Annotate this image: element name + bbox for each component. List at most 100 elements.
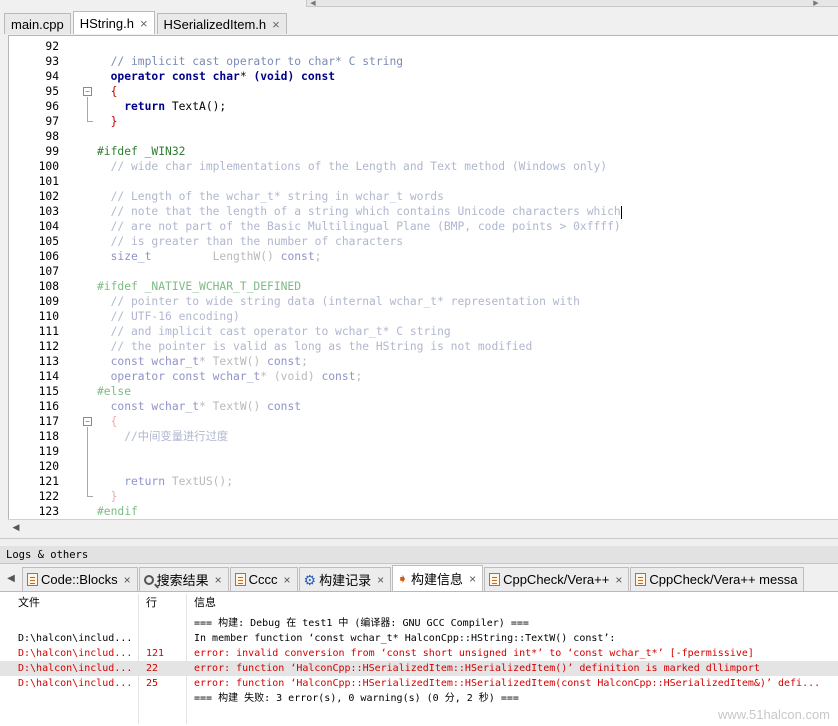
logs-tab-label: CppCheck/Vera++ [503,572,610,587]
code-line[interactable]: 95 { [9,84,838,99]
code-text: // are not part of the Basic Multilingua… [97,219,621,234]
logs-tab[interactable]: 搜索结果 × [138,567,229,591]
code-line[interactable]: 118 //中间变量进行过度 [9,429,838,444]
code-line[interactable]: 105 // is greater than the number of cha… [9,234,838,249]
code-token: // wide char implementations of the Leng… [97,160,608,173]
close-tab-icon[interactable]: × [469,572,476,586]
logs-tab[interactable]: ➧ 构建信息 × [392,565,484,591]
column-header-line[interactable]: 行 [146,592,157,614]
editor-tab[interactable]: main.cpp [4,13,71,34]
code-line[interactable]: 119 [9,444,838,459]
message-line: 121 [146,648,165,659]
build-message-row[interactable]: D:\halcon\includ... In member function ‘c… [0,631,838,646]
code-line[interactable]: 122 } [9,489,838,504]
code-line[interactable]: 114 operator const wchar_t* (void) const… [9,369,838,384]
code-line[interactable]: 123 #endif [9,504,838,519]
close-tab-icon[interactable]: × [284,573,291,587]
logs-tab[interactable]: CppCheck/Vera++ × [484,567,630,591]
editor-tab[interactable]: HString.h × [72,11,155,34]
line-number: 104 [38,220,59,233]
line-number: 98 [45,130,59,143]
code-token: * (void) [260,370,322,383]
close-tab-icon[interactable]: × [215,573,222,587]
code-line[interactable]: 106 size_t LengthW() const; [9,249,838,264]
code-line[interactable]: 116 const wchar_t* TextW() const [9,399,838,414]
logs-tab[interactable]: Code::Blocks × [22,567,138,591]
code-text: } [97,489,118,504]
code-line[interactable]: 92 [9,39,838,54]
code-line[interactable]: 98 [9,129,838,144]
code-line[interactable]: 112 // the pointer is valid as long as t… [9,339,838,354]
scroll-left-arrow-icon[interactable]: ◀ [307,0,319,7]
build-messages-list: 文件 行 信息 === 构建: Debug 在 test1 中 (编译器: GN… [0,592,838,726]
column-header-message[interactable]: 信息 [194,592,216,614]
code-token: const [321,370,356,383]
line-number: 113 [38,355,59,368]
code-line[interactable]: 96 return TextA(); [9,99,838,114]
code-text: // and implicit cast operator to wchar_t… [97,324,451,339]
message-text: === 构建: Debug 在 test1 中 (编译器: GNU GCC Co… [194,618,529,629]
code-editor[interactable]: 92 93 // implicit cast operator to char* … [8,35,838,519]
code-token: // note that the length of a string whic… [97,205,621,218]
code-line[interactable]: 93 // implicit cast operator to char* C … [9,54,838,69]
close-tab-icon[interactable]: × [615,573,622,587]
code-token: #endif [97,505,138,518]
code-line[interactable]: 104 // are not part of the Basic Multili… [9,219,838,234]
code-line[interactable]: 110 // UTF-16 encoding) [9,309,838,324]
line-number: 110 [38,310,59,323]
code-text: // Length of the wchar_t* string in wcha… [97,189,444,204]
message-line: 25 [146,678,159,689]
code-line[interactable]: 97 } [9,114,838,129]
scroll-left-arrow-icon[interactable]: ◀ [10,520,22,535]
code-line[interactable]: 107 [9,264,838,279]
code-token: const wchar_t [97,355,200,368]
code-line[interactable]: 111 // and implicit cast operator to wch… [9,324,838,339]
code-line[interactable]: 99 #ifdef _WIN32 [9,144,838,159]
code-token: * TextW() [199,355,268,368]
code-line[interactable]: 101 [9,174,838,189]
code-line[interactable]: 115 #else [9,384,838,399]
code-token: // are not part of the Basic Multilingua… [97,220,621,233]
build-message-row[interactable]: D:\halcon\includ... 25 error: function ‘Ha… [0,676,838,691]
close-tab-icon[interactable]: × [272,17,280,32]
panel-splitter[interactable] [0,538,838,544]
line-number: 108 [38,280,59,293]
fold-collapse-icon[interactable]: − [83,87,92,96]
fold-collapse-icon[interactable]: − [83,417,92,426]
code-line[interactable]: 108 #ifdef _NATIVE_WCHAR_T_DEFINED [9,279,838,294]
code-line[interactable]: 120 [9,459,838,474]
editor-tab[interactable]: HSerializedItem.h × [156,13,287,34]
tab-scroll-left-icon[interactable]: ◀ [0,567,22,591]
message-text: error: function ‘HalconCpp::HSerializedI… [194,678,821,689]
build-messages-header: 文件 行 信息 [0,592,838,614]
editor-horizontal-scrollbar[interactable]: ◀ [8,519,838,535]
logs-tab-label: Code::Blocks [41,572,118,587]
scroll-right-arrow-icon[interactable]: ▶ [810,0,822,7]
code-line[interactable]: 100 // wide char implementations of the … [9,159,838,174]
line-number: 117 [38,415,59,428]
build-message-row[interactable]: === 构建: Debug 在 test1 中 (编译器: GNU GCC Co… [0,616,838,631]
code-line[interactable]: 102 // Length of the wchar_t* string in … [9,189,838,204]
code-line[interactable]: 121 return TextUS(); [9,474,838,489]
logs-tab-label: Cccc [248,572,278,587]
code-line[interactable]: 113 const wchar_t* TextW() const; [9,354,838,369]
document-icon [635,573,647,586]
build-message-row[interactable]: === 构建 失败: 3 error(s), 0 warning(s) (0 分… [0,691,838,706]
code-line[interactable]: 94 operator const char* (void) const [9,69,838,84]
code-token: //中间变量进行过度 [97,430,229,443]
top-scrollbar[interactable]: ◀ ▶ [306,0,838,7]
build-message-row[interactable]: D:\halcon\includ... 121 error: invalid con… [0,646,838,661]
code-line[interactable]: 109 // pointer to wide string data (inte… [9,294,838,309]
close-tab-icon[interactable]: × [124,573,131,587]
build-message-row[interactable]: D:\halcon\includ... 22 error: function ‘Ha… [0,661,838,676]
close-tab-icon[interactable]: × [377,573,384,587]
code-line[interactable]: 103 // note that the length of a string … [9,204,838,219]
column-header-file[interactable]: 文件 [18,592,40,614]
logs-tab[interactable]: CppCheck/Vera++ messa [630,567,805,591]
watermark: www.51halcon.com [718,707,830,722]
close-tab-icon[interactable]: × [140,16,148,31]
code-token: return [97,475,172,488]
code-line[interactable]: 117 { [9,414,838,429]
logs-tab[interactable]: ⚙ 构建记录 × [298,567,392,591]
logs-tab[interactable]: Cccc × [229,567,298,591]
